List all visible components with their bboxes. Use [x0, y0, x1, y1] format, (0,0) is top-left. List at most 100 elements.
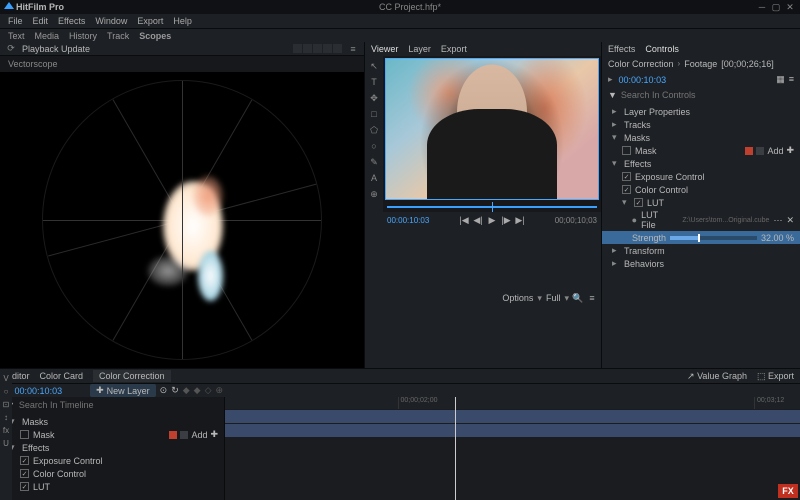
tl-tool-icon[interactable]: ◆: [194, 385, 201, 396]
disclosure-triangle-icon[interactable]: ▸: [612, 106, 620, 117]
strength-slider[interactable]: [670, 236, 757, 240]
editor-tab[interactable]: Color Correction: [93, 370, 171, 382]
tree-row-exposure-control[interactable]: Exposure Control: [602, 170, 800, 183]
file-path-value[interactable]: Z:\Users\tom...Original.cube: [682, 217, 769, 224]
new-layer-button[interactable]: ✚ New Layer: [90, 384, 156, 397]
tree-row-color-control[interactable]: Color Control: [602, 183, 800, 196]
tree-row-lut-file[interactable]: ●LUT FileZ:\Users\tom...Original.cube⋯✕: [602, 209, 800, 231]
visibility-checkbox[interactable]: [622, 146, 631, 155]
controls-timecode[interactable]: 00:00:10:03: [619, 75, 667, 85]
menu-export[interactable]: Export: [137, 16, 163, 26]
tree-row-mask[interactable]: MaskAdd✚: [602, 144, 800, 157]
lock-icon[interactable]: ▦: [776, 74, 785, 85]
visibility-checkbox[interactable]: [20, 456, 29, 465]
filter-icon[interactable]: ▼: [608, 90, 617, 100]
controls-search-input[interactable]: [621, 90, 794, 100]
timeline-track[interactable]: [225, 410, 800, 423]
mask-mode-icon[interactable]: [756, 147, 764, 155]
clear-icon[interactable]: ✕: [786, 215, 794, 226]
tree-row-effects[interactable]: ▾Effects: [0, 441, 224, 454]
tooltab-history[interactable]: History: [69, 31, 97, 41]
viewer-tool-icon[interactable]: ○: [368, 140, 380, 152]
mask-mode-icon[interactable]: [180, 431, 188, 439]
next-frame-button[interactable]: ▶|: [515, 215, 525, 225]
browse-icon[interactable]: ⋯: [773, 215, 782, 226]
maximize-icon[interactable]: ▢: [770, 2, 782, 12]
disclosure-triangle-icon[interactable]: ▾: [612, 132, 620, 143]
tree-row-lut[interactable]: ▾LUT: [602, 196, 800, 209]
disclosure-triangle-icon[interactable]: ▸: [612, 258, 620, 269]
visibility-checkbox[interactable]: [622, 172, 631, 181]
refresh-icon[interactable]: ⟳: [6, 44, 16, 54]
viewer-tool-icon[interactable]: ⊕: [368, 188, 380, 200]
menu-help[interactable]: Help: [173, 16, 192, 26]
tree-row-strength[interactable]: Strength32.00 %: [602, 231, 800, 244]
plus-icon[interactable]: ✚: [210, 429, 218, 440]
vstrip-button[interactable]: fx: [3, 426, 9, 435]
step-fwd-button[interactable]: |▶: [501, 215, 511, 225]
tree-row-lut[interactable]: LUT: [0, 480, 224, 493]
tooltab-track[interactable]: Track: [107, 31, 129, 41]
tree-row-color-control[interactable]: Color Control: [0, 467, 224, 480]
keyframe-nav-icon[interactable]: ▸: [608, 74, 613, 85]
vstrip-button[interactable]: V: [3, 374, 8, 383]
vstrip-button[interactable]: U: [3, 439, 9, 448]
close-icon[interactable]: ✕: [784, 2, 796, 12]
viewer-scrubber[interactable]: [383, 202, 601, 212]
value-graph-toggle[interactable]: ↗ Value Graph: [687, 371, 747, 382]
viewer-tool-icon[interactable]: ✎: [368, 156, 380, 168]
disclosure-triangle-icon[interactable]: ▾: [622, 197, 630, 208]
visibility-checkbox[interactable]: [20, 482, 29, 491]
tree-row-effects[interactable]: ▾Effects: [602, 157, 800, 170]
mask-mode-icon[interactable]: [745, 147, 753, 155]
tree-row-layer-properties[interactable]: ▸Layer Properties: [602, 105, 800, 118]
visibility-checkbox[interactable]: [20, 469, 29, 478]
visibility-checkbox[interactable]: [634, 198, 643, 207]
add-mask-button[interactable]: Add: [191, 430, 207, 440]
add-mask-button[interactable]: Add: [767, 146, 783, 156]
viewer-menu-icon[interactable]: ≡: [587, 293, 597, 303]
viewer-tool-icon[interactable]: □: [368, 108, 380, 120]
menu-edit[interactable]: Edit: [33, 16, 49, 26]
layout-grid-buttons[interactable]: [293, 44, 342, 53]
timeline-playhead[interactable]: [455, 397, 456, 500]
timeline-search-input[interactable]: [19, 400, 218, 410]
panel-menu-icon[interactable]: ≡: [789, 74, 794, 85]
right-tab-effects[interactable]: Effects: [608, 44, 635, 54]
prev-frame-button[interactable]: |◀: [459, 215, 469, 225]
visibility-checkbox[interactable]: [622, 185, 631, 194]
disclosure-triangle-icon[interactable]: ▾: [612, 158, 620, 169]
options-dropdown[interactable]: Options: [502, 293, 533, 303]
tl-tool-icon[interactable]: ⊙: [160, 385, 168, 396]
property-value[interactable]: 32.00 %: [761, 233, 794, 243]
viewer-tab-viewer[interactable]: Viewer: [371, 44, 398, 54]
viewer-tool-icon[interactable]: ✥: [368, 92, 380, 104]
plus-icon[interactable]: ✚: [786, 145, 794, 156]
viewer-tool-icon[interactable]: T: [368, 76, 380, 88]
tl-tool-icon[interactable]: ◇: [205, 385, 212, 396]
menu-effects[interactable]: Effects: [58, 16, 85, 26]
tooltab-scopes[interactable]: Scopes: [139, 31, 171, 41]
panel-menu-icon[interactable]: ≡: [348, 44, 358, 54]
quality-dropdown[interactable]: Full: [546, 293, 561, 303]
search-icon[interactable]: 🔍: [573, 293, 583, 303]
tree-row-transform[interactable]: ▸Transform: [602, 244, 800, 257]
tooltab-media[interactable]: Media: [35, 31, 60, 41]
tree-row-masks[interactable]: ▾Masks: [0, 415, 224, 428]
timeline-track[interactable]: [225, 424, 800, 437]
disclosure-triangle-icon[interactable]: ▸: [612, 119, 620, 130]
menu-file[interactable]: File: [8, 16, 23, 26]
tree-row-masks[interactable]: ▾Masks: [602, 131, 800, 144]
viewer-tool-icon[interactable]: ↖: [368, 60, 380, 72]
viewer-canvas[interactable]: [385, 58, 599, 200]
play-button[interactable]: ▶: [487, 215, 497, 225]
right-tab-controls[interactable]: Controls: [645, 44, 679, 54]
visibility-checkbox[interactable]: [20, 430, 29, 439]
mask-mode-icon[interactable]: [169, 431, 177, 439]
step-back-button[interactable]: ◀|: [473, 215, 483, 225]
vstrip-button[interactable]: ○: [4, 387, 9, 396]
viewer-tool-icon[interactable]: ⬠: [368, 124, 380, 136]
tl-tool-icon[interactable]: ⊕: [216, 385, 224, 396]
minimize-icon[interactable]: ─: [756, 2, 768, 12]
export-button[interactable]: ⬚ Export: [757, 371, 794, 382]
